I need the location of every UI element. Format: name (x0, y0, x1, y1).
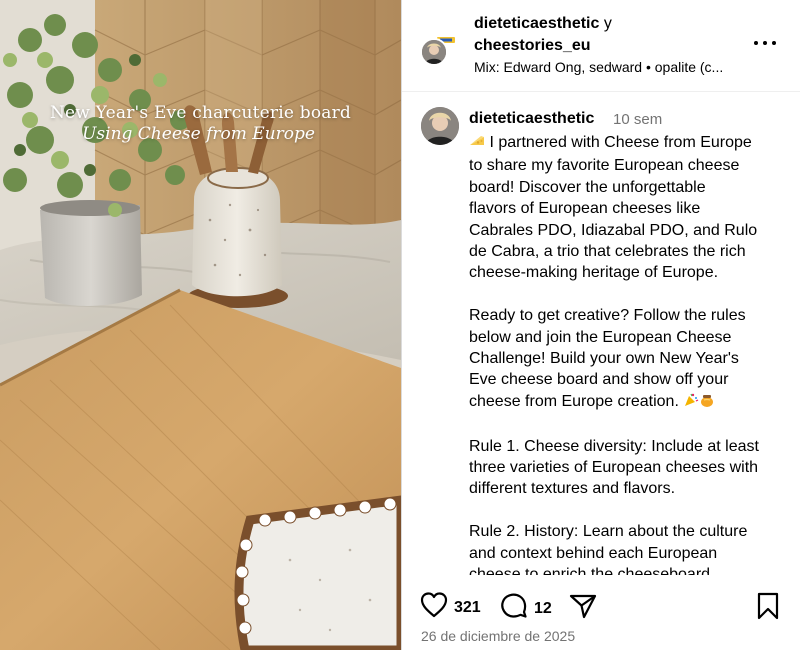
avatar-dieteticaesthetic[interactable] (420, 38, 448, 66)
caption-line: Cabrales PDO, Idiazabal PDO, and Rulo (469, 221, 758, 239)
collab-avatars[interactable] (420, 26, 462, 68)
like-button[interactable]: 321 (420, 592, 481, 623)
username-link[interactable]: dieteticaesthetic (474, 15, 599, 32)
caption-line: cheese from Europe creation. (469, 391, 789, 414)
post-detail-panel: dieteticaesthetic y cheestories_eu Mix: … (402, 0, 800, 650)
collab-username-link[interactable]: cheestories_eu (474, 37, 591, 55)
media-overlay-subtitle: Using Cheese from Europe (82, 124, 315, 144)
caption-line: cheese to enrich the cheeseboard (469, 566, 711, 575)
cheese-emoji-icon (469, 133, 485, 155)
caption-area: dieteticaesthetic 10 sem I partnered wit… (402, 93, 800, 575)
media-image (0, 0, 401, 650)
caption-line: I partnered with Cheese from Europe (469, 132, 789, 155)
caption-paragraph-gap (469, 284, 789, 305)
comment-bubble-icon[interactable] (500, 592, 528, 625)
caption-line: below and join the European Cheese (469, 328, 732, 346)
caption-line: Challenge! Build your own New Year's (469, 350, 739, 368)
more-options-icon[interactable] (754, 32, 776, 54)
caption-text: I partnered with Cheese from Europe to s… (469, 132, 789, 575)
caption-line: board! Discover the unforgettable (469, 178, 706, 196)
bookmark-icon[interactable] (756, 592, 780, 625)
post-header: dieteticaesthetic y cheestories_eu Mix: … (402, 0, 800, 92)
caption-line: flavors of European cheeses like (469, 200, 701, 218)
paper-plane-icon[interactable] (569, 592, 597, 625)
collab-conjunction: y (603, 15, 612, 32)
party-popper-emoji-icon (683, 392, 699, 414)
caption-line: Rule 1. Cheese diversity: Include at lea… (469, 437, 759, 455)
comment-count[interactable]: 12 (534, 600, 552, 618)
caption-line: three varieties of European cheeses with (469, 459, 759, 477)
share-button[interactable] (569, 592, 597, 625)
audio-attribution[interactable]: Mix: Edward Ong, sedward • opalite (c... (474, 59, 723, 75)
caption-username[interactable]: dieteticaesthetic (469, 110, 594, 128)
caption-line: Eve cheese board and show off your (469, 371, 729, 389)
post-media[interactable]: New Year's Eve charcuterie board Using C… (0, 0, 401, 650)
honey-pot-emoji-icon (699, 392, 715, 414)
heart-icon[interactable] (420, 592, 448, 623)
caption-line: different textures and flavors. (469, 480, 676, 498)
caption-paragraph-gap (469, 500, 789, 521)
caption-line: cheese-making heritage of Europe. (469, 264, 719, 282)
media-overlay-title: New Year's Eve charcuterie board (49, 103, 352, 123)
caption-line: de Cabra, a trio that celebrates the ric… (469, 243, 746, 261)
caption-timestamp: 10 sem (613, 111, 663, 128)
comment-button[interactable]: 12 (500, 592, 552, 625)
post-actions-bar: 321 12 26 de diciembre de 2025 (402, 575, 800, 650)
caption-paragraph-gap (469, 414, 789, 435)
caption-avatar[interactable] (421, 107, 459, 145)
caption-line: Ready to get creative? Follow the rules (469, 307, 746, 325)
caption-line: and context behind each European (469, 544, 718, 562)
collab-usernames-line: dieteticaesthetic y (474, 15, 612, 33)
caption-line: Rule 2. History: Learn about the culture (469, 523, 748, 541)
like-count[interactable]: 321 (454, 599, 481, 617)
post-date: 26 de diciembre de 2025 (421, 628, 576, 644)
caption-line: to share my favorite European cheese (469, 157, 740, 175)
save-button[interactable] (756, 592, 780, 625)
